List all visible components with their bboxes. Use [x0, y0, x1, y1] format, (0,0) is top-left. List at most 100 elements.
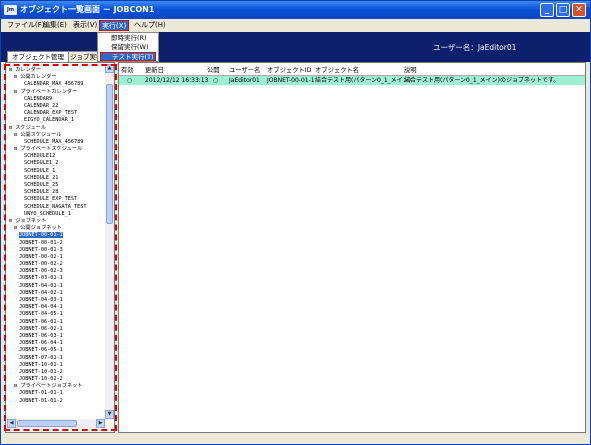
tree-item[interactable]: JOBNET-00-01-1	[9, 232, 105, 239]
tree-item[interactable]: JOBNET-00-02-3	[9, 268, 105, 275]
tree-folder-node[interactable]: ⊟ スケジュール	[9, 125, 105, 132]
scroll-left-icon[interactable]: ◀	[7, 419, 16, 428]
tree-item[interactable]: JOBNET-04-01-1	[9, 283, 105, 290]
tab-object-management[interactable]: オブジェクト管理	[7, 51, 69, 62]
scroll-right-icon[interactable]: ▶	[96, 419, 105, 428]
tree-node-label: CALENDAR_22	[24, 102, 59, 109]
menu-help[interactable]: ヘルプ(H)	[132, 20, 168, 31]
tree-item[interactable]: JOBNET-00-01-2	[9, 240, 105, 247]
tree-item[interactable]: CALENDAR9	[9, 96, 105, 103]
tree-folder-node[interactable]: ⊟ 公開カレンダー	[9, 74, 105, 81]
title-bar[interactable]: Jm オブジェクト一覧画面 － JOBCON1 _ □ ✕	[1, 1, 590, 19]
tree-node-label: JOBNET-04-01-1	[19, 282, 63, 289]
tree-item[interactable]: SCHEDULE_MAX_456789	[9, 139, 105, 146]
scroll-thumb[interactable]	[106, 84, 113, 224]
col-public[interactable]: 公開	[207, 66, 220, 76]
menu-hold-run[interactable]: 保留実行(W)	[100, 43, 156, 52]
tree-node-label: ⊟ 公開ジョブネット	[14, 225, 62, 232]
col-description[interactable]: 説明	[404, 66, 417, 76]
tree-item[interactable]: SCHEDULE_28	[9, 189, 105, 196]
menu-test-run[interactable]: テスト実行(T)	[100, 52, 156, 61]
tree-node-label: ⊟ プライベートカレンダー	[14, 88, 78, 95]
tree-item[interactable]: CALENDAR_22	[9, 103, 105, 110]
tree-horizontal-scrollbar[interactable]: ◀ ▶	[7, 419, 105, 428]
tree-folder-node[interactable]: ⊟ プライベートジョブネット	[9, 383, 105, 390]
tree-node-label: JOBNET-04-05-1	[19, 311, 63, 318]
tree-item[interactable]: SCHEDULE1_2	[9, 160, 105, 167]
cell-updated: 2012/12/12 16:33:13	[145, 77, 209, 84]
username-label: ユーザー名：JaEditor01	[433, 43, 517, 52]
tree-item[interactable]: JOBNET-01-01-1	[9, 390, 105, 397]
col-enabled[interactable]: 有効	[121, 66, 134, 76]
tree-folder-node[interactable]: ⊟ 公開スケジュール	[9, 132, 105, 139]
close-button[interactable]: ✕	[572, 3, 586, 17]
tree-item[interactable]: SCHEDULE_NAGATA_TEST	[9, 204, 105, 211]
cell-enabled: ○	[127, 77, 133, 84]
tree-item[interactable]: JOBNET-00-02-1	[9, 254, 105, 261]
tree-node-label: ⊟ 公開カレンダー	[14, 74, 57, 81]
cell-username: JaEditor01	[229, 77, 260, 84]
tree-vertical-scrollbar[interactable]: ▲ ▼	[105, 64, 114, 419]
tree-node-label: JOBNET-00-01-1	[19, 232, 63, 239]
tree-item[interactable]: JOBNET-04-03-1	[9, 297, 105, 304]
tree-item[interactable]: JOBNET-06-05-1	[9, 347, 105, 354]
tree-item[interactable]: JOBNET-03-01-1	[9, 275, 105, 282]
tree-item[interactable]: JOBNET-06-04-1	[9, 340, 105, 347]
tree-item[interactable]: SCHEDULE_21	[9, 175, 105, 182]
tree-node-label: JOBNET-04-03-1	[19, 297, 63, 303]
tree-item[interactable]: SCHEDULE_EXP_TEST	[9, 196, 105, 203]
tree-folder-node[interactable]: ⊟ プライベートカレンダー	[9, 89, 105, 96]
col-username[interactable]: ユーザー名	[229, 66, 260, 76]
scroll-down-icon[interactable]: ▼	[105, 410, 114, 419]
tree-item[interactable]: JOBNET-00-01-3	[9, 247, 105, 254]
hscroll-thumb[interactable]	[17, 420, 77, 427]
tree-item[interactable]: UNYO_SCHEDULE_1	[9, 211, 105, 218]
tree-item[interactable]: JOBNET-04-02-1	[9, 290, 105, 297]
menu-immediate-run[interactable]: 即時実行(R)	[100, 34, 156, 43]
table-row[interactable]: ○ 2012/12/12 16:33:13 ○ JaEditor01 JOBNE…	[119, 76, 585, 85]
tree-node-label: JOBNET-01-01-1	[19, 390, 63, 397]
tree-item[interactable]: JOBNET-06-03-1	[9, 333, 105, 340]
tree-node-label: JOBNET-00-02-1	[19, 253, 63, 260]
col-updated[interactable]: 更新日	[145, 66, 164, 76]
app-icon: Jm	[4, 5, 17, 15]
tree-item[interactable]: CALENDAR_MAX_456789	[9, 81, 105, 88]
col-object-name[interactable]: オブジェクト名	[315, 66, 359, 76]
tree-node-label: CALENDAR_MAX_456789	[24, 81, 84, 88]
tree-item[interactable]: JOBNET-04-04-1	[9, 304, 105, 311]
object-list-panel: 有効 更新日 公開 ユーザー名 オブジェクトID オブジェクト名 説明 ○ 20…	[118, 62, 586, 433]
cell-object-name: 結合テスト用(パターン0_1_メイン)	[315, 77, 412, 84]
tree-folder-node[interactable]: ⊟ 公開ジョブネット	[9, 225, 105, 232]
minimize-button[interactable]: _	[540, 3, 554, 17]
tree-item[interactable]: JOBNET-10-01-2	[9, 369, 105, 376]
table-header: 有効 更新日 公開 ユーザー名 オブジェクトID オブジェクト名 説明	[119, 66, 585, 76]
scroll-up-icon[interactable]: ▲	[105, 64, 114, 73]
tree-item[interactable]: SCHEDULE12	[9, 153, 105, 160]
tree-item[interactable]: JOBNET-10-01-1	[9, 362, 105, 369]
tree-node-label: CALENDAR_EXP_TEST	[24, 110, 78, 117]
menu-run[interactable]: 実行(X)	[99, 20, 130, 31]
tree-item[interactable]: JOBNET-06-01-1	[9, 319, 105, 326]
tree-node-label: SCHEDULE1_2	[24, 160, 59, 167]
tree-node-label: JOBNET-10-01-1	[19, 361, 63, 368]
tree-item[interactable]: SCHEDULE_25	[9, 182, 105, 189]
tree-node-label: ⊟ カレンダー	[9, 67, 42, 73]
run-menu-dropdown: 即時実行(R) 保留実行(W) テスト実行(T)	[97, 32, 159, 62]
tree-item[interactable]: CALENDAR_EXP_TEST	[9, 110, 105, 117]
tree-node-label: JOBNET-00-02-3	[19, 268, 63, 275]
menu-edit[interactable]: 編集(E)	[41, 20, 69, 31]
tree-node-label: JOBNET-06-04-1	[19, 340, 63, 347]
maximize-button[interactable]: □	[556, 3, 570, 17]
col-object-id[interactable]: オブジェクトID	[267, 66, 312, 76]
tree-item[interactable]: JOBNET-06-02-1	[9, 326, 105, 333]
object-tree-panel: ⊟ カレンダー ⊟ 公開カレンダー CALENDAR_MAX_456789 ⊟ プライ…	[5, 62, 115, 433]
tree-item[interactable]: SCHEDULE_1	[9, 168, 105, 175]
tree-node-label: JOBNET-07-01-1	[19, 354, 63, 361]
tree-item[interactable]: JOBNET-07-01-1	[9, 355, 105, 362]
tree-item[interactable]: JOBNET-00-02-2	[9, 261, 105, 268]
tree-item[interactable]: EIGYO_CALENDAR_1	[9, 117, 105, 124]
tree-item[interactable]: JOBNET-01-01-2	[9, 398, 105, 405]
tree-folder-node[interactable]: ⊟ プライベートスケジュール	[9, 146, 105, 153]
menu-view[interactable]: 表示(V)	[71, 20, 99, 31]
tree-item[interactable]: JOBNET-04-05-1	[9, 311, 105, 318]
